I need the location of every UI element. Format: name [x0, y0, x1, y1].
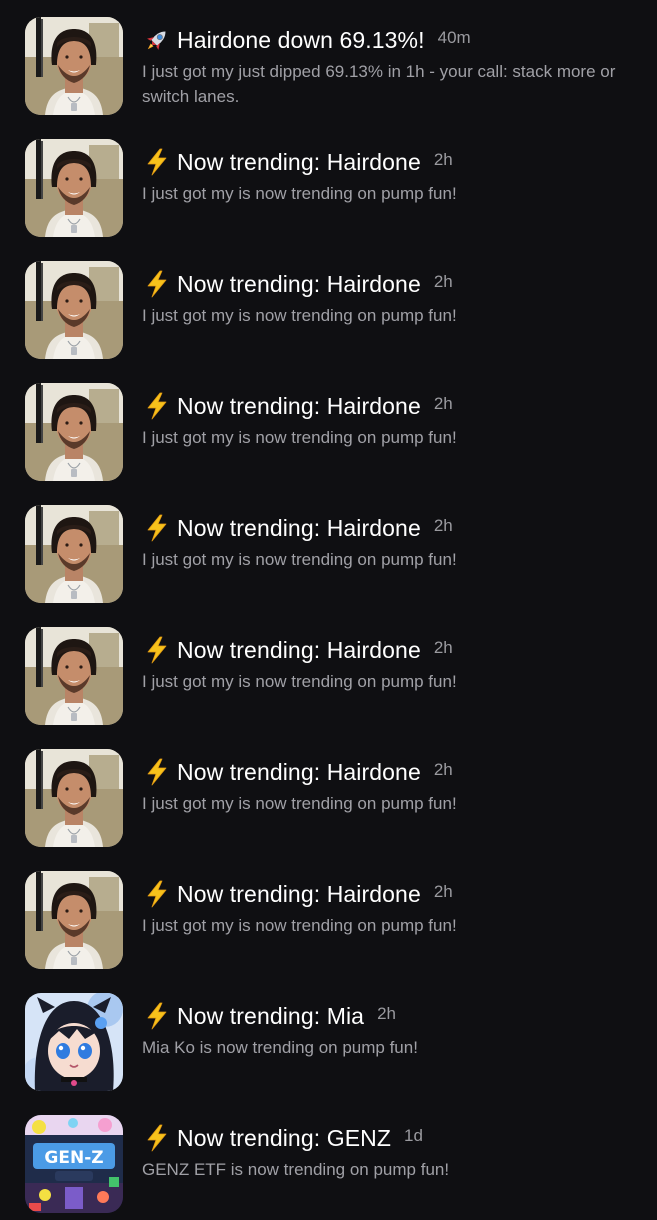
lightning-icon: [143, 148, 171, 176]
mia-avatar: [25, 993, 123, 1091]
notification-title: Now trending: Hairdone: [177, 270, 421, 297]
notification-item[interactable]: Now trending: Mia 2h Mia Ko is now trend…: [0, 976, 657, 1098]
notification-time: 2h: [377, 1004, 396, 1023]
hairdone-avatar: [25, 383, 123, 481]
notification-time: 2h: [433, 882, 453, 901]
notification-item[interactable]: GEN-Z Now trending: GENZ 1d GENZ ETF is …: [0, 1098, 657, 1220]
notification-body: I just got my is now trending on pump fu…: [142, 428, 457, 447]
notification-title: Now trending: Hairdone: [177, 636, 421, 663]
notification-item[interactable]: Now trending: Hairdone 2h I just got my …: [0, 122, 657, 244]
notification-item[interactable]: Now trending: Hairdone 2h I just got my …: [0, 244, 657, 366]
notification-item[interactable]: Now trending: Hairdone 2h I just got my …: [0, 488, 657, 610]
svg-text:GEN-Z: GEN-Z: [44, 1148, 103, 1168]
notification-item[interactable]: Now trending: Hairdone 2h I just got my …: [0, 366, 657, 488]
notification-title: Hairdone down 69.13%!: [177, 26, 425, 53]
notification-title: Now trending: GENZ: [177, 1124, 391, 1151]
notification-body: I just got my is now trending on pump fu…: [142, 306, 457, 325]
notification-item[interactable]: Now trending: Hairdone 2h I just got my …: [0, 610, 657, 732]
notification-body: GENZ ETF is now trending on pump fun!: [142, 1160, 450, 1179]
notification-item[interactable]: Now trending: Hairdone 2h I just got my …: [0, 854, 657, 976]
notification-time: 2h: [433, 150, 453, 169]
notification-body: I just got my is now trending on pump fu…: [142, 672, 457, 691]
notification-title: Now trending: Hairdone: [177, 392, 421, 419]
hairdone-avatar: [25, 17, 123, 115]
notification-title: Now trending: Mia: [177, 1002, 365, 1029]
notification-time: 2h: [433, 516, 453, 535]
notification-body: I just got my is now trending on pump fu…: [142, 916, 457, 935]
notification-title: Now trending: Hairdone: [177, 880, 421, 907]
notification-item[interactable]: Hairdone down 69.13%! 40m I just got my …: [0, 0, 657, 122]
hairdone-avatar: [25, 627, 123, 725]
notification-body: I just got my is now trending on pump fu…: [142, 794, 457, 813]
lightning-icon: [143, 1002, 171, 1030]
notification-title: Now trending: Hairdone: [177, 514, 421, 541]
rocket-icon: [143, 26, 171, 54]
notification-body: I just got my just dipped 69.13% in 1h -…: [142, 62, 616, 106]
lightning-icon: [143, 880, 171, 908]
notification-time: 2h: [433, 760, 453, 779]
notification-time: 2h: [433, 272, 453, 291]
notification-body: Mia Ko is now trending on pump fun!: [142, 1038, 418, 1057]
notification-time: 1d: [404, 1126, 423, 1145]
lightning-icon: [143, 514, 171, 542]
notification-item[interactable]: Now trending: Hairdone 2h I just got my …: [0, 732, 657, 854]
notification-title: Now trending: Hairdone: [177, 148, 421, 175]
lightning-icon: [143, 1124, 171, 1152]
hairdone-avatar: [25, 139, 123, 237]
notification-time: 2h: [433, 394, 453, 413]
hairdone-avatar: [25, 871, 123, 969]
notification-body: I just got my is now trending on pump fu…: [142, 550, 457, 569]
lightning-icon: [143, 392, 171, 420]
genz-avatar: GEN-Z: [25, 1115, 123, 1213]
hairdone-avatar: [25, 505, 123, 603]
notification-time: 2h: [433, 638, 453, 657]
lightning-icon: [143, 758, 171, 786]
notification-body: I just got my is now trending on pump fu…: [142, 184, 457, 203]
hairdone-avatar: [25, 261, 123, 359]
notification-time: 40m: [437, 28, 471, 47]
hairdone-avatar: [25, 749, 123, 847]
lightning-icon: [143, 270, 171, 298]
notification-title: Now trending: Hairdone: [177, 758, 421, 785]
lightning-icon: [143, 636, 171, 664]
